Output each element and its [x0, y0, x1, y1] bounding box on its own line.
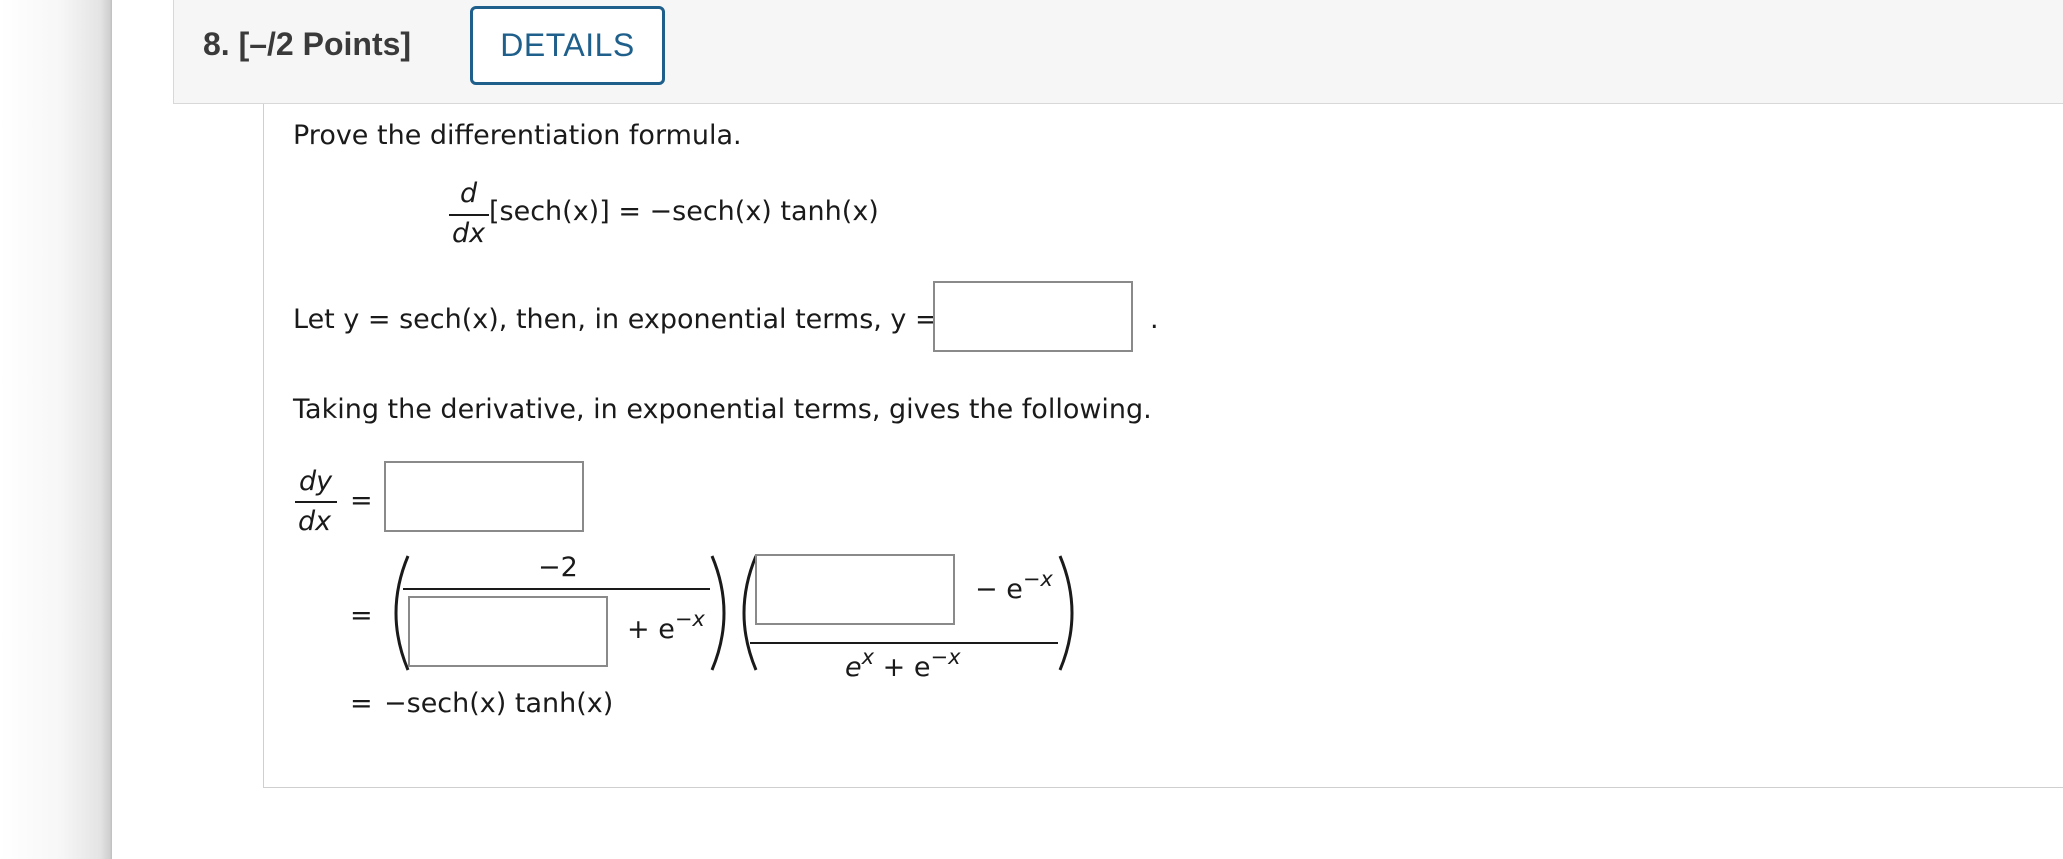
second-denominator-e1: e: [845, 652, 862, 683]
step1-equals: =: [350, 485, 373, 516]
step2-fraction-bar-2: [750, 642, 1058, 644]
y-exponential-input[interactable]: [933, 281, 1133, 352]
step3-result: −sech(x) tanh(x): [384, 688, 614, 719]
second-denominator-plus-e: + e: [874, 652, 931, 683]
second-numerator-exponent: −x: [1022, 567, 1053, 591]
details-button[interactable]: DETAILS: [470, 6, 665, 85]
step2-equals: =: [350, 600, 373, 631]
instruction-text: Prove the differentiation formula.: [293, 120, 742, 151]
formula-rest: [sech(x)] = −sech(x) tanh(x): [489, 196, 879, 227]
first-denominator-exponent: −x: [674, 607, 705, 631]
step1-fraction-bar: [295, 501, 337, 503]
step1-dx: dx: [298, 506, 332, 537]
question-header: [173, 0, 2063, 104]
page-edge-shadow: [0, 0, 112, 859]
dy-dx-input[interactable]: [384, 461, 584, 532]
step1-dy: dy: [299, 466, 333, 497]
let-line-period: .: [1150, 304, 1159, 335]
question-number-label: 8. [–/2 Points]: [203, 26, 412, 62]
first-denominator-plus-e: + e: [627, 614, 675, 645]
formula-d: d: [460, 178, 478, 209]
derivative-intro-text: Taking the derivative, in exponential te…: [293, 394, 1152, 425]
step2-fraction-bar-1: [403, 588, 710, 590]
let-line-text: Let y = sech(x), then, in exponential te…: [293, 304, 938, 335]
second-denominator-exp2: −x: [930, 645, 961, 669]
right-paren-2: [1058, 555, 1074, 671]
second-numerator-minus-e: − e: [975, 574, 1023, 605]
second-numerator-input[interactable]: [755, 554, 955, 625]
formula-dx: dx: [452, 218, 486, 249]
second-denominator-exp1: x: [861, 645, 875, 669]
formula-fraction-bar: [449, 214, 489, 216]
step3-equals: =: [350, 688, 373, 719]
first-denominator-input[interactable]: [408, 596, 608, 667]
step2-numerator: −2: [538, 552, 578, 583]
